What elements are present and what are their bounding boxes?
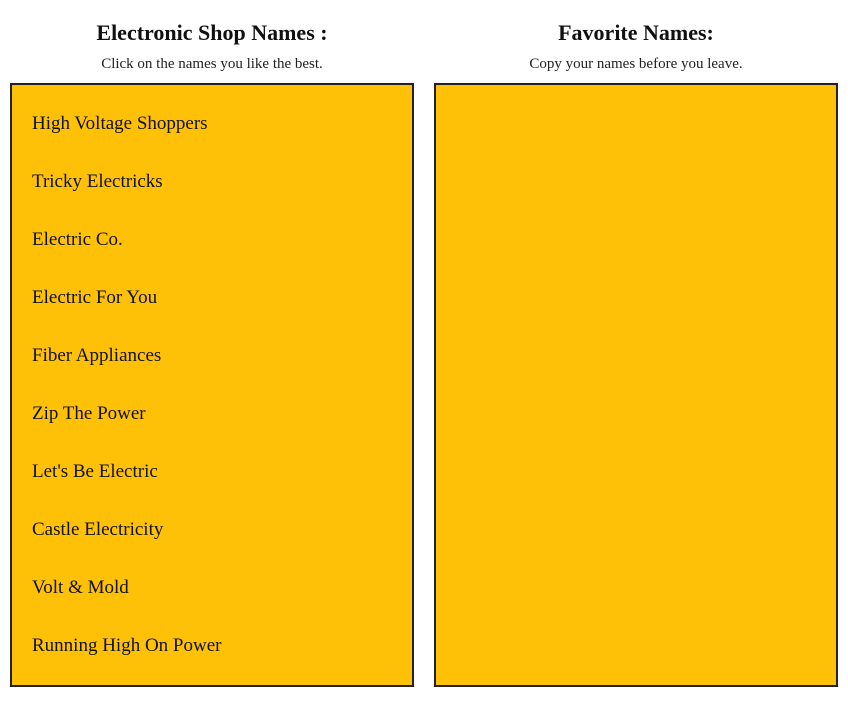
left-column-header: Electronic Shop Names : [10, 20, 414, 46]
right-column-subtext: Copy your names before you leave. [434, 56, 838, 73]
right-column-header: Favorite Names: [434, 20, 838, 46]
name-item[interactable]: Electric For You [12, 269, 412, 327]
name-item[interactable]: Fiber Appliances [12, 327, 412, 385]
left-column: Electronic Shop Names : Click on the nam… [10, 20, 414, 687]
name-item[interactable]: Volt & Mold [12, 559, 412, 617]
name-item[interactable]: Castle Electricity [12, 501, 412, 559]
left-column-subtext: Click on the names you like the best. [10, 56, 414, 73]
right-column: Favorite Names: Copy your names before y… [434, 20, 838, 687]
names-list: High Voltage ShoppersTricky ElectricksEl… [10, 83, 414, 687]
left-list-container: High Voltage ShoppersTricky ElectricksEl… [10, 83, 414, 687]
name-item[interactable]: Zip The Power [12, 385, 412, 443]
name-item[interactable]: High Voltage Shoppers [12, 95, 412, 153]
name-item[interactable]: Let's Be Electric [12, 443, 412, 501]
favorites-list [434, 83, 838, 687]
page-wrapper: Electronic Shop Names : Click on the nam… [0, 0, 848, 697]
name-item[interactable]: Electric Co. [12, 211, 412, 269]
name-item[interactable]: Running High On Power [12, 617, 412, 675]
name-item[interactable]: Tricky Electricks [12, 153, 412, 211]
